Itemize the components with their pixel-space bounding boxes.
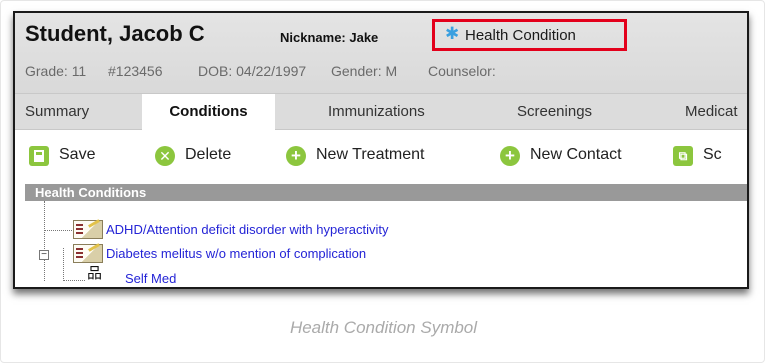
student-id: #123456 <box>108 63 163 79</box>
snowflake-icon: ✱ <box>445 24 460 43</box>
collapse-toggle-icon[interactable]: − <box>39 250 49 260</box>
tree-guide-line <box>44 201 45 281</box>
student-header: Student, Jacob C Nickname: Jake ✱ Health… <box>15 13 747 93</box>
tab-immunizations[interactable]: Immunizations <box>328 94 425 130</box>
save-button-label: Save <box>59 146 96 163</box>
tree-guide-line <box>63 248 64 281</box>
health-conditions-header: Health Conditions <box>25 184 747 201</box>
toolbar: Save ✕ Delete + New Treatment + New Cont… <box>15 131 747 184</box>
tree-guide-line <box>44 230 72 231</box>
delete-button-label: Delete <box>185 146 232 163</box>
student-dob: DOB: 04/22/1997 <box>198 63 307 79</box>
plus-circle-icon: + <box>286 146 306 166</box>
plus-circle-icon: + <box>500 146 520 166</box>
save-icon <box>29 146 49 166</box>
tab-conditions[interactable]: Conditions <box>142 94 275 130</box>
schedule-button-label: Sc <box>703 146 722 163</box>
student-nickname: Nickname: Jake <box>280 30 379 45</box>
student-counselor: Counselor: <box>428 63 496 79</box>
tab-bar: Summary Conditions Immunizations Screeni… <box>15 93 747 130</box>
student-name: Student, Jacob C <box>25 21 205 46</box>
tab-medications[interactable]: Medicat <box>685 94 738 130</box>
condition-document-icon <box>73 220 103 239</box>
screenshot-window: Student, Jacob C Nickname: Jake ✱ Health… <box>13 11 749 289</box>
tree-guide-line <box>63 280 85 281</box>
health-conditions-tree: ADHD/Attention deficit disorder with hyp… <box>25 201 747 287</box>
self-med-row[interactable]: Self Med <box>125 271 176 286</box>
tab-summary[interactable]: Summary <box>25 94 89 130</box>
health-condition-label: Health Condition <box>465 27 576 44</box>
condition-row-diabetes[interactable]: Diabetes melitus w/o mention of complica… <box>106 246 366 261</box>
student-grade: Grade: 11 <box>25 63 87 79</box>
student-gender: Gender: M <box>331 63 398 79</box>
condition-row-adhd[interactable]: ADHD/Attention deficit disorder with hyp… <box>106 222 389 237</box>
tree-node-icon: 品 <box>87 265 103 282</box>
new-treatment-button-label: New Treatment <box>316 146 425 163</box>
tab-screenings[interactable]: Screenings <box>517 94 592 130</box>
health-condition-badge[interactable]: ✱ Health Condition <box>432 19 627 51</box>
condition-document-icon <box>73 244 103 263</box>
x-circle-icon: ✕ <box>155 146 175 166</box>
new-contact-button-label: New Contact <box>530 146 622 163</box>
figure-frame: Student, Jacob C Nickname: Jake ✱ Health… <box>0 0 765 363</box>
clipboard-icon: ⧉ <box>673 146 693 166</box>
figure-caption: Health Condition Symbol <box>289 318 478 337</box>
